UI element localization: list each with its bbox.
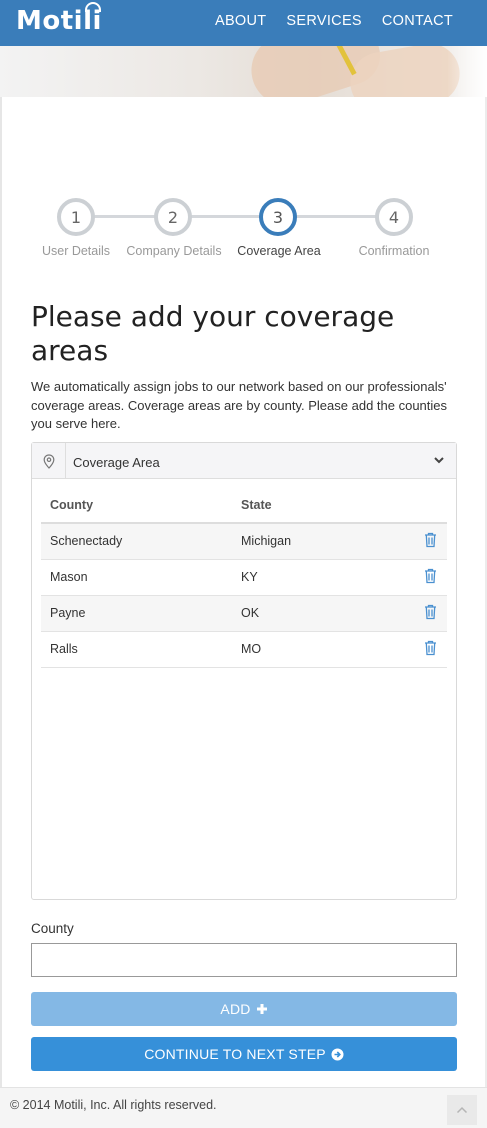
county-field-label: County (31, 921, 74, 936)
copyright-text: © 2014 Motili, Inc. All rights reserved. (10, 1098, 217, 1112)
nav-services-link[interactable]: SERVICES (286, 13, 361, 29)
county-cell: Payne (41, 595, 232, 632)
step-circle-2: 2 (154, 198, 192, 236)
map-pin-icon (32, 443, 66, 479)
step-label-1: User Details (41, 244, 111, 258)
arrow-circle-right-icon (331, 1048, 344, 1060)
add-county-button[interactable]: ADD (31, 992, 457, 1026)
logo-arc-icon (85, 2, 101, 12)
county-column-header: County (41, 488, 232, 524)
page-title: Please add your coverage areas (31, 300, 395, 367)
coverage-area-title: Coverage Area (73, 455, 160, 470)
step-circle-3: 3 (259, 198, 297, 236)
continue-button-label: CONTINUE TO NEXT STEP (144, 1046, 326, 1062)
chevron-up-icon (456, 1106, 468, 1114)
coverage-table: County State Schenectady Michigan Mason … (41, 488, 447, 668)
nav-about-link[interactable]: ABOUT (215, 13, 266, 29)
progress-track (77, 215, 395, 218)
step-circle-4: 4 (375, 198, 413, 236)
continue-button[interactable]: CONTINUE TO NEXT STEP (31, 1037, 457, 1071)
footer: © 2014 Motili, Inc. All rights reserved. (0, 1087, 487, 1128)
coverage-area-header[interactable]: Coverage Area (32, 443, 456, 479)
navbar: Motili ABOUT SERVICES CONTACT (0, 0, 487, 46)
table-row: Ralls MO (41, 631, 447, 668)
step-label-3: Coverage Area (237, 244, 321, 258)
county-cell: Schenectady (41, 523, 232, 560)
state-cell: Michigan (232, 523, 413, 560)
step-circle-1: 1 (57, 198, 95, 236)
county-input[interactable] (31, 943, 457, 977)
table-row: Schenectady Michigan (41, 523, 447, 560)
intro-text: We automatically assign jobs to our netw… (31, 379, 448, 431)
plus-icon (256, 1004, 267, 1014)
trash-icon[interactable] (424, 604, 437, 620)
add-button-label: ADD (220, 1001, 251, 1017)
chevron-down-icon[interactable] (433, 454, 445, 466)
trash-icon[interactable] (424, 568, 437, 584)
state-column-header: State (232, 488, 413, 524)
step-label-4: Confirmation (358, 244, 430, 258)
main-nav: ABOUT SERVICES CONTACT (215, 13, 453, 29)
state-cell: KY (232, 559, 413, 596)
trash-icon[interactable] (424, 532, 437, 548)
table-row: Mason KY (41, 559, 447, 596)
coverage-area-panel: Coverage Area County State Schenectady M… (31, 442, 457, 900)
trash-icon[interactable] (424, 640, 437, 656)
nav-contact-link[interactable]: CONTACT (382, 13, 453, 29)
hero-banner-image (0, 46, 487, 97)
state-cell: OK (232, 595, 413, 632)
step-label-2: Company Details (126, 244, 222, 258)
table-row: Payne OK (41, 595, 447, 632)
county-cell: Mason (41, 559, 232, 596)
back-to-top-button[interactable] (447, 1095, 477, 1125)
state-cell: MO (232, 631, 413, 668)
county-cell: Ralls (41, 631, 232, 668)
content-border (0, 97, 2, 1087)
